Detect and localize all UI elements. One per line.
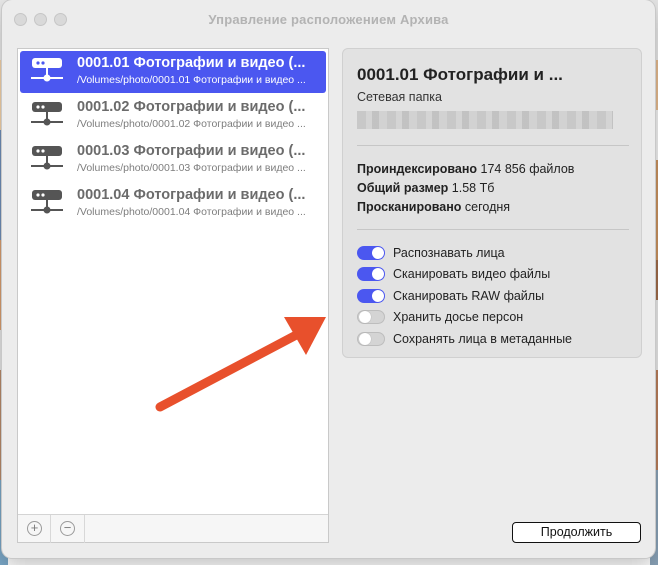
toggle-knob xyxy=(359,311,371,323)
list-footer-toolbar: + − xyxy=(18,514,328,543)
list-item-path: /Volumes/photo/0001.04 Фотографии и виде… xyxy=(77,206,306,218)
list-item-path: /Volumes/photo/0001.01 Фотографии и виде… xyxy=(77,74,306,86)
toggle-switch[interactable] xyxy=(357,289,385,303)
network-server-icon xyxy=(31,190,63,214)
network-server-icon xyxy=(31,146,63,170)
toggle-knob xyxy=(372,268,384,280)
toggle-label: Сканировать RAW файлы xyxy=(393,289,545,303)
indexed-stat: Проиндексировано 174 856 файлов xyxy=(357,162,574,176)
divider xyxy=(357,145,629,146)
list-item-path: /Volumes/photo/0001.03 Фотографии и виде… xyxy=(77,162,306,174)
list-item[interactable]: 0001.01 Фотографии и видео (... /Volumes… xyxy=(20,51,326,93)
toggle-label: Хранить досье персон xyxy=(393,310,524,324)
toggle-label: Сканировать видео файлы xyxy=(393,267,551,281)
toggle-label: Сохранять лица в метаданные xyxy=(393,332,573,346)
toolbar-divider xyxy=(84,515,85,543)
archive-location-list: 0001.01 Фотографии и видео (... /Volumes… xyxy=(17,48,329,543)
toggle-switch[interactable] xyxy=(357,310,385,324)
network-server-icon xyxy=(31,58,63,82)
scanned-value: сегодня xyxy=(464,200,511,214)
toolbar-divider xyxy=(50,515,51,543)
list-item[interactable]: 0001.04 Фотографии и видео (... /Volumes… xyxy=(20,183,326,225)
toggle-switch[interactable] xyxy=(357,246,385,260)
details-type: Сетевая папка xyxy=(357,90,442,104)
list-item-title: 0001.04 Фотографии и видео (... xyxy=(77,187,306,203)
list-item-title: 0001.03 Фотографии и видео (... xyxy=(77,143,306,159)
title-bar: Управление расположением Архива xyxy=(2,0,655,40)
toggle-label: Распознавать лица xyxy=(393,246,505,260)
toggle-knob xyxy=(359,333,371,345)
toggle-switch[interactable] xyxy=(357,332,385,346)
add-location-button[interactable]: + xyxy=(27,521,42,536)
continue-button[interactable]: Продолжить xyxy=(512,522,641,543)
indexed-label: Проиндексировано xyxy=(357,162,478,176)
toggle-switch[interactable] xyxy=(357,267,385,281)
remove-location-button[interactable]: − xyxy=(60,521,75,536)
list-item[interactable]: 0001.03 Фотографии и видео (... /Volumes… xyxy=(20,139,326,181)
archive-location-dialog: Управление расположением Архива 0001.01 … xyxy=(2,0,655,558)
toggle-knob xyxy=(372,247,384,259)
scanned-label: Просканировано xyxy=(357,200,462,214)
size-stat: Общий размер 1.58 Тб xyxy=(357,181,494,195)
list-item-path: /Volumes/photo/0001.02 Фотографии и виде… xyxy=(77,118,306,130)
annotation-arrow-icon xyxy=(155,317,326,412)
network-server-icon xyxy=(31,102,63,126)
redacted-address xyxy=(357,111,613,129)
list-item-title: 0001.01 Фотографии и видео (... xyxy=(77,55,306,71)
location-details-panel: 0001.01 Фотографии и ... Сетевая папка П… xyxy=(342,48,642,358)
indexed-value: 174 856 файлов xyxy=(480,162,575,176)
toggle-knob xyxy=(372,290,384,302)
list-item-title: 0001.02 Фотографии и видео (... xyxy=(77,99,306,115)
window-title: Управление расположением Архива xyxy=(208,12,449,27)
divider xyxy=(357,229,629,230)
details-title: 0001.01 Фотографии и ... xyxy=(357,65,563,84)
list-item[interactable]: 0001.02 Фотографии и видео (... /Volumes… xyxy=(20,95,326,137)
scanned-stat: Просканировано сегодня xyxy=(357,200,510,214)
size-label: Общий размер xyxy=(357,181,449,195)
size-value: 1.58 Тб xyxy=(451,181,495,195)
